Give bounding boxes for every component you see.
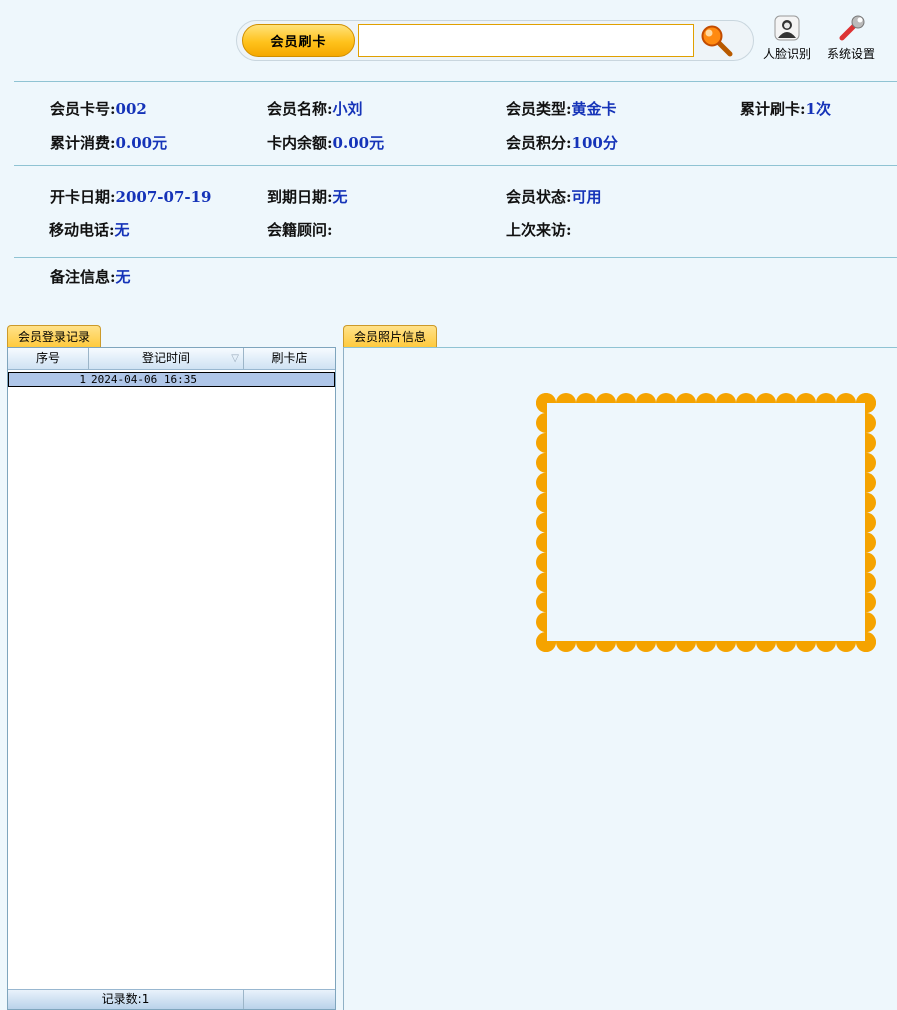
grid-footer: 记录数:1 [8, 989, 335, 1009]
face-recognition-label: 人脸识别 [762, 47, 811, 61]
field-label: 会员卡号: [50, 100, 116, 118]
footer-empty-cell [244, 990, 335, 1009]
tab-login-records[interactable]: 会员登录记录 [7, 325, 102, 348]
field-value: 黄金卡 [571, 100, 617, 118]
field-value: 无 [115, 268, 131, 286]
face-id-icon [772, 14, 802, 44]
divider [14, 165, 897, 166]
card-number-input[interactable] [358, 24, 694, 57]
member-type: 会员类型:黄金卡 [506, 98, 617, 119]
field-label: 移动电话: [49, 221, 115, 239]
field-value: 002 [115, 100, 147, 118]
record-count: 记录数:1 [8, 990, 244, 1009]
member-card-number: 会员卡号:002 [50, 98, 147, 119]
search-magnifier-icon[interactable] [700, 24, 734, 58]
cell-time: 2024-04-06 16:35 [91, 373, 197, 386]
member-advisor: 会籍顾问: [267, 219, 333, 240]
field-value: 2007-07-19 [115, 188, 212, 206]
field-value: 无 [114, 221, 130, 239]
field-label: 卡内余额: [267, 134, 333, 152]
wrench-settings-icon [836, 14, 866, 44]
field-label: 到期日期: [267, 188, 333, 206]
tab-photo-info[interactable]: 会员照片信息 [343, 325, 438, 348]
member-expire-date: 到期日期:无 [267, 186, 348, 207]
field-label: 会员类型: [506, 100, 572, 118]
field-label: 累计消费: [50, 134, 116, 152]
sort-desc-icon: ▽ [231, 353, 239, 364]
field-value: 0.00元 [115, 134, 168, 152]
member-name: 会员名称:小刘 [267, 98, 363, 119]
field-label: 会籍顾问: [267, 221, 333, 239]
column-header-time[interactable]: 登记时间 ▽ [89, 348, 244, 369]
column-header-no[interactable]: 序号 [8, 348, 89, 369]
system-settings-label: 系统设置 [826, 47, 875, 61]
member-total-spend: 累计消费:0.00元 [50, 132, 167, 153]
system-settings-button[interactable]: 系统设置 [823, 14, 879, 62]
field-label: 会员名称: [267, 100, 333, 118]
field-value: 100分 [571, 134, 618, 152]
field-label: 会员状态: [506, 188, 572, 206]
divider [14, 81, 897, 82]
divider [14, 257, 897, 258]
cell-store [245, 373, 334, 386]
cell-no: 1 [79, 373, 86, 386]
field-label: 会员积分: [506, 134, 572, 152]
field-value: 可用 [571, 188, 602, 206]
member-mobile: 移动电话:无 [49, 219, 130, 240]
field-value: 小刘 [332, 100, 363, 118]
field-label: 备注信息: [50, 268, 116, 286]
member-swipe-count: 累计刷卡:1次 [740, 98, 831, 119]
member-status: 会员状态:可用 [506, 186, 602, 207]
field-value: 0.00元 [332, 134, 385, 152]
field-label: 开卡日期: [50, 188, 116, 206]
member-last-visit: 上次来访: [506, 219, 572, 240]
member-photo-frame [536, 393, 876, 652]
face-recognition-button[interactable]: 人脸识别 [759, 14, 815, 62]
column-header-store[interactable]: 刷卡店 [244, 348, 335, 369]
field-label: 上次来访: [506, 221, 572, 239]
member-balance: 卡内余额:0.00元 [267, 132, 384, 153]
member-open-date: 开卡日期:2007-07-19 [50, 186, 212, 207]
member-swipe-button[interactable]: 会员刷卡 [242, 24, 355, 57]
column-header-time-label: 登记时间 [141, 351, 190, 365]
field-label: 累计刷卡: [740, 100, 806, 118]
field-value: 1次 [805, 100, 831, 118]
table-row[interactable]: 1 2024-04-06 16:35 [8, 372, 335, 387]
grid-header: 序号 登记时间 ▽ 刷卡店 [8, 348, 335, 370]
member-points: 会员积分:100分 [506, 132, 618, 153]
field-value: 无 [332, 188, 348, 206]
member-remark: 备注信息:无 [50, 266, 131, 287]
login-records-grid: 序号 登记时间 ▽ 刷卡店 1 2024-04-06 16:35 记录数:1 [7, 347, 336, 1010]
